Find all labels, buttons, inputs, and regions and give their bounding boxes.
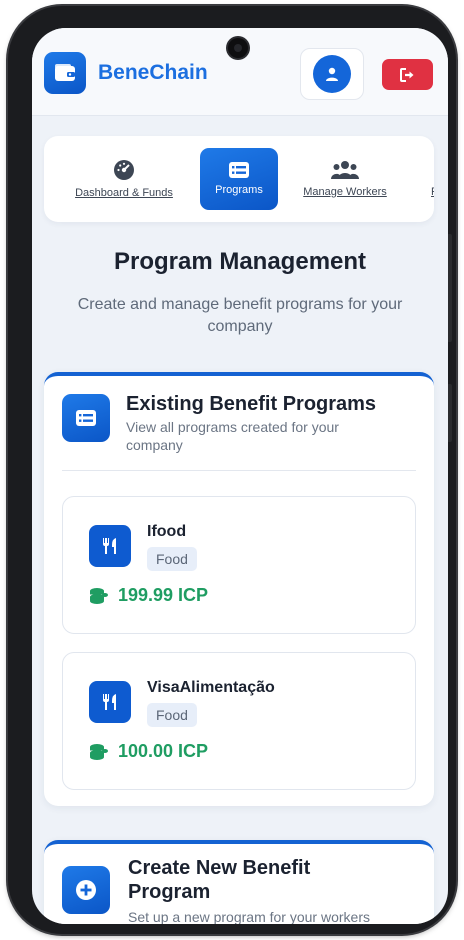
- coins-icon: [90, 743, 108, 760]
- app-name: BeneChain: [98, 61, 208, 84]
- tab-dashboard-funds[interactable]: Dashboard & Funds: [58, 148, 190, 210]
- list-card-icon: [62, 394, 110, 442]
- section-description: Set up a new program for your workers: [128, 909, 370, 924]
- create-program-card: Create New Benefit Program Set up a new …: [44, 840, 434, 924]
- utensils-icon: [89, 525, 131, 567]
- phone-frame: BeneChain Dashboard & Funds Programs Man…: [8, 6, 456, 934]
- tab-label: Manage Workers: [303, 186, 387, 198]
- tab-label: Dashboard & Funds: [75, 187, 173, 199]
- list-card-icon: [229, 162, 249, 178]
- main-nav: Dashboard & Funds Programs Manage Worker…: [44, 136, 434, 222]
- program-amount: 199.99 ICP: [118, 585, 209, 605]
- program-amount: 100.00 ICP: [118, 741, 209, 761]
- section-title: Create New Benefit Program: [128, 857, 311, 903]
- category-badge: Food: [147, 547, 197, 571]
- page-subtitle: Create and manage benefit programs for y…: [77, 296, 403, 335]
- program-name: Ifood: [147, 523, 187, 540]
- program-card[interactable]: VisaAlimentação Food 100.00 ICP: [62, 652, 416, 790]
- gauge-icon: [114, 160, 134, 180]
- coins-icon: [90, 587, 108, 604]
- user-icon: [313, 55, 351, 93]
- tab-label: R: [431, 186, 434, 198]
- program-amount-row: 199.99 ICP: [89, 585, 208, 606]
- profile-button[interactable]: [300, 48, 364, 100]
- logout-button[interactable]: [382, 59, 433, 90]
- program-amount-row: 100.00 ICP: [89, 741, 208, 762]
- users-icon: [331, 161, 359, 179]
- sign-out-icon: [399, 67, 413, 82]
- page-title: Program Management: [113, 248, 367, 275]
- category-badge: Food: [147, 703, 197, 727]
- divider: [62, 470, 416, 471]
- camera-cutout: [228, 38, 248, 58]
- existing-programs-card: Existing Benefit Programs View all progr…: [44, 372, 434, 806]
- utensils-icon: [89, 681, 131, 723]
- tab-programs[interactable]: Programs: [200, 148, 278, 210]
- program-name: VisaAlimentação: [147, 679, 275, 696]
- tab-label: Programs: [215, 184, 263, 196]
- app-screen: BeneChain Dashboard & Funds Programs Man…: [32, 28, 448, 924]
- wallet-icon[interactable]: [44, 52, 86, 94]
- plus-circle-icon: [62, 866, 110, 914]
- section-title: Existing Benefit Programs: [126, 393, 377, 415]
- program-card[interactable]: Ifood Food 199.99 ICP: [62, 496, 416, 634]
- tab-more[interactable]: R: [420, 148, 434, 210]
- tab-manage-workers[interactable]: Manage Workers: [290, 148, 400, 210]
- section-description: View all programs created for your compa…: [126, 419, 339, 453]
